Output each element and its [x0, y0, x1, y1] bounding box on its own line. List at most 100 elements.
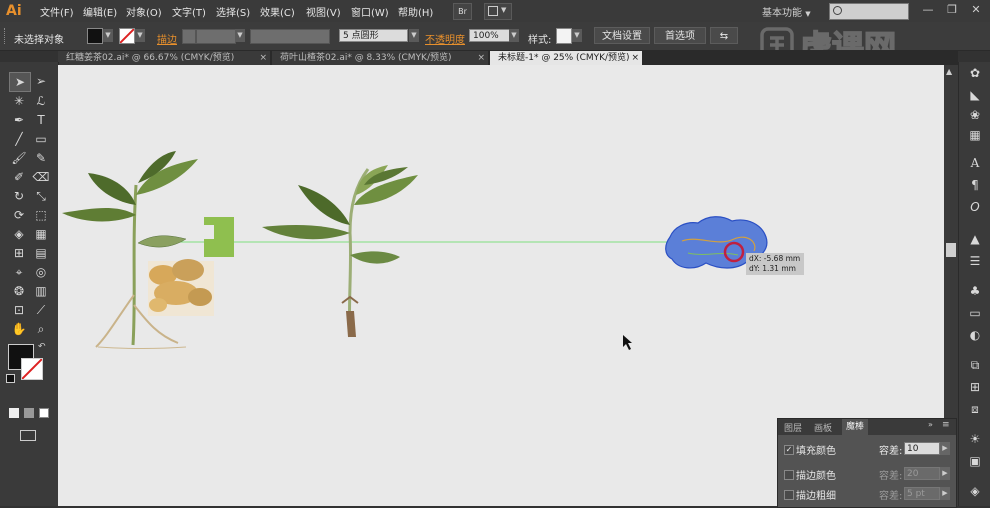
eraser-tool-icon[interactable]: ⌫ — [31, 168, 51, 186]
symbol-sprayer-tool-icon[interactable]: ❂ — [9, 282, 29, 300]
swap-colors-icon[interactable]: ↶ — [38, 342, 46, 352]
variable-width-profile[interactable] — [250, 29, 330, 44]
graphic-style-dropdown[interactable]: ▼ — [572, 29, 582, 42]
gradient-panel-icon[interactable]: ◐ — [965, 326, 985, 344]
align-panel-icon[interactable]: ☰ — [965, 252, 985, 270]
gradient-tool-icon[interactable]: ▤ — [31, 244, 51, 262]
line-tool-icon[interactable]: ╱ — [9, 130, 29, 148]
shape-builder-tool-icon[interactable]: ◈ — [9, 225, 29, 243]
fill-tolerance-dropdown[interactable]: ▶ — [940, 442, 950, 455]
paintbrush-tool-icon[interactable]: 🖌 — [9, 149, 29, 167]
weight-tolerance-dropdown[interactable]: ▶ — [940, 487, 950, 500]
tab-artboards[interactable]: 画板 — [814, 421, 832, 434]
tab-doc-2[interactable]: 荷叶山楂茶02.ai* @ 8.33% (CMYK/预览) × — [272, 51, 488, 65]
transform-icon[interactable]: ⊞ — [965, 378, 985, 396]
brush-definition-field[interactable]: 5 点圆形 — [339, 29, 408, 42]
menu-effect[interactable]: 效果(C) — [260, 4, 295, 19]
artboard-tool-icon[interactable]: ⊡ — [9, 301, 29, 319]
opacity-label[interactable]: 不透明度 — [425, 31, 465, 46]
symbols-icon[interactable]: ♣ — [965, 282, 985, 300]
weight-tolerance-field[interactable]: 5 pt — [904, 487, 940, 500]
align-options-button[interactable]: ⇆ — [710, 27, 738, 44]
menu-help[interactable]: 帮助(H) — [398, 4, 433, 19]
layers-group-icon[interactable]: ⧉ — [965, 356, 985, 374]
stroke-tolerance-field[interactable]: 20 — [904, 467, 940, 480]
tab-doc-1[interactable]: 红糖姜茶02.ai* @ 66.67% (CMYK/预览) × — [58, 51, 270, 65]
layers-panel-icon[interactable]: ◈ — [965, 482, 985, 500]
none-mode-icon[interactable] — [39, 408, 49, 418]
tab-doc-3[interactable]: 未标题-1* @ 25% (CMYK/预览) × — [490, 51, 642, 65]
minimize-button[interactable]: — — [920, 3, 936, 17]
menu-select[interactable]: 选择(S) — [216, 4, 250, 19]
menu-type[interactable]: 文字(T) — [172, 4, 206, 19]
menu-object[interactable]: 对象(O) — [126, 4, 162, 19]
scale-tool-icon[interactable]: ⤡ — [31, 187, 51, 205]
magic-wand-tool-icon[interactable]: ✳ — [9, 92, 29, 110]
transparency-icon[interactable]: ▲ — [965, 230, 985, 248]
stroke-weight-field[interactable] — [196, 29, 236, 44]
brushes-icon[interactable]: ▦ — [965, 126, 985, 144]
artboards-icon[interactable]: ▣ — [965, 452, 985, 470]
lasso-tool-icon[interactable]: ℒ — [31, 92, 51, 110]
direct-selection-tool-icon[interactable]: ➢ — [31, 72, 51, 90]
arrange-documents-button[interactable]: ▼ — [484, 3, 512, 20]
selection-tool-icon[interactable]: ➤ — [9, 72, 31, 92]
search-input[interactable] — [829, 3, 909, 20]
close-icon[interactable]: × — [477, 51, 485, 65]
stroke-swatch[interactable] — [119, 28, 135, 44]
stroke-dropdown[interactable]: ▼ — [135, 29, 145, 42]
workspace-switcher[interactable]: 基本功能 ▼ — [762, 4, 811, 19]
fill-dropdown[interactable]: ▼ — [103, 29, 113, 42]
pencil-tool-icon[interactable]: ✎ — [31, 149, 51, 167]
eyedropper-tool-icon[interactable]: ⌖ — [9, 263, 29, 281]
stroke-tolerance-dropdown[interactable]: ▶ — [940, 467, 950, 480]
menu-edit[interactable]: 编辑(E) — [83, 4, 117, 19]
fill-swatch[interactable] — [87, 28, 103, 44]
restore-button[interactable]: ❐ — [944, 3, 960, 17]
rectangle-tool-icon[interactable]: ▭ — [31, 130, 51, 148]
color-guide-icon[interactable]: ◣ — [965, 86, 985, 104]
column-graph-tool-icon[interactable]: ▥ — [31, 282, 51, 300]
ginger-root-photo[interactable] — [148, 259, 214, 316]
default-colors-icon[interactable] — [6, 374, 15, 383]
graphic-style-swatch[interactable] — [556, 28, 572, 44]
paragraph-panel-icon[interactable]: ¶ — [965, 176, 985, 194]
stroke-weight-checkbox[interactable] — [784, 490, 794, 500]
blob-brush-tool-icon[interactable]: ✐ — [9, 168, 29, 186]
rotate-tool-icon[interactable]: ↻ — [9, 187, 29, 205]
scroll-thumb[interactable] — [946, 243, 956, 257]
collapse-icon[interactable]: » — [928, 420, 933, 429]
mesh-tool-icon[interactable]: ⊞ — [9, 244, 29, 262]
gradient-mode-icon[interactable] — [24, 408, 34, 418]
pathfinder-icon[interactable]: ⧈ — [965, 400, 985, 418]
fill-tolerance-field[interactable]: 10 — [904, 442, 940, 455]
panel-menu-icon[interactable]: ≡ — [942, 420, 950, 430]
close-icon[interactable]: × — [259, 51, 267, 65]
brush-dropdown[interactable]: ▼ — [409, 29, 419, 42]
scroll-up-icon[interactable]: ▲ — [946, 67, 952, 76]
stroke-panel-icon[interactable]: ▭ — [965, 304, 985, 322]
perspective-grid-tool-icon[interactable]: ▦ — [31, 225, 51, 243]
close-icon[interactable]: × — [631, 51, 639, 65]
appearance-icon[interactable]: ☀ — [965, 430, 985, 448]
blend-tool-icon[interactable]: ◎ — [31, 263, 51, 281]
menu-window[interactable]: 窗口(W) — [351, 4, 389, 19]
free-transform-tool-icon[interactable]: ⬚ — [31, 206, 51, 224]
tab-layers[interactable]: 图层 — [784, 421, 802, 434]
slice-tool-icon[interactable]: ⟋ — [31, 301, 51, 319]
stroke-color-checkbox[interactable] — [784, 470, 794, 480]
stroke-weight-stepper[interactable] — [182, 29, 196, 44]
tea-plant-illustration[interactable] — [262, 165, 418, 338]
preferences-button[interactable]: 首选项 — [654, 27, 706, 44]
swatches-icon[interactable]: ❀ — [965, 106, 985, 124]
color-panel-icon[interactable]: ✿ — [965, 64, 985, 82]
width-tool-icon[interactable]: ⟳ — [9, 206, 29, 224]
character-panel-icon[interactable]: A — [965, 154, 985, 172]
fill-color-checkbox[interactable]: ✓ — [784, 445, 794, 455]
ginger-plant-illustration[interactable] — [62, 151, 198, 349]
stroke-label[interactable]: 描边 — [157, 31, 177, 46]
stroke-weight-dropdown[interactable]: ▼ — [235, 29, 245, 42]
zoom-tool-icon[interactable]: ⌕ — [31, 320, 51, 338]
bridge-button[interactable]: Br — [453, 3, 472, 20]
pen-tool-icon[interactable]: ✒ — [9, 111, 29, 129]
